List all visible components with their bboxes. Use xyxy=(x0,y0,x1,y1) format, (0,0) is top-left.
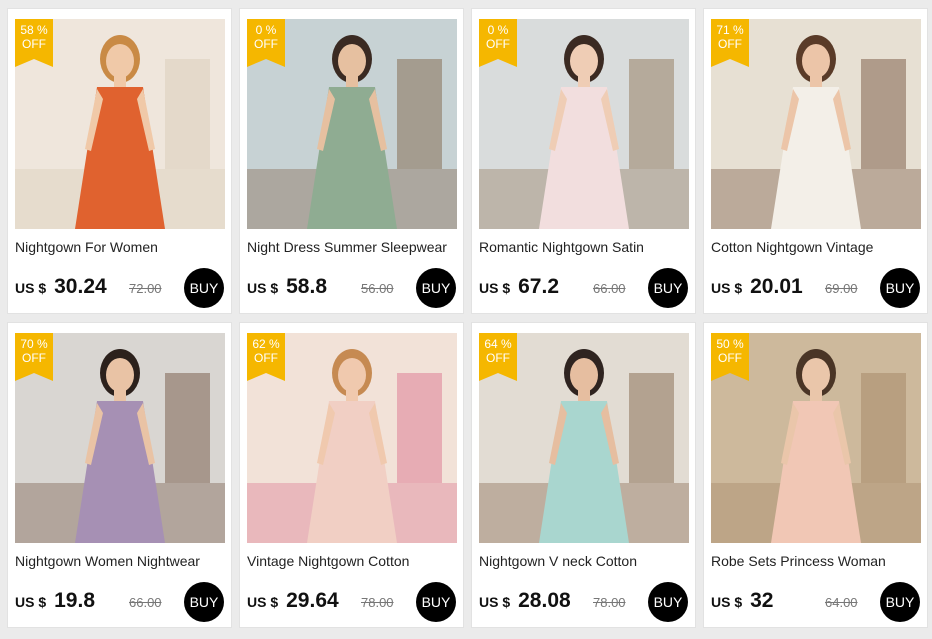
buy-button[interactable]: BUY xyxy=(416,582,456,622)
discount-badge: 70 % OFF xyxy=(15,333,53,381)
product-title[interactable]: Night Dress Summer Sleepwear xyxy=(247,239,461,255)
buy-button[interactable]: BUY xyxy=(880,268,920,308)
price-block: US $ 58.8 xyxy=(247,275,327,299)
original-price: 69.00 xyxy=(825,281,858,296)
discount-percent: 71 % xyxy=(716,23,744,37)
product-title[interactable]: Nightgown V neck Cotton xyxy=(479,553,693,569)
product-card[interactable]: 64 % OFF Nightgown V neck Cotton US $ 28… xyxy=(471,322,696,628)
discount-off-label: OFF xyxy=(254,37,278,51)
product-title[interactable]: Robe Sets Princess Woman xyxy=(711,553,925,569)
discount-badge: 71 % OFF xyxy=(711,19,749,67)
price-block: US $ 29.64 xyxy=(247,589,339,613)
product-card[interactable]: 71 % OFF Cotton Nightgown Vintage US $ 2… xyxy=(703,8,928,314)
current-price: 58.8 xyxy=(286,275,327,298)
original-price: 66.00 xyxy=(129,595,162,610)
product-title[interactable]: Nightgown For Women xyxy=(15,239,229,255)
price-block: US $ 19.8 xyxy=(15,589,95,613)
original-price: 72.00 xyxy=(129,281,162,296)
currency-label: US $ xyxy=(711,594,743,610)
buy-button[interactable]: BUY xyxy=(416,268,456,308)
currency-label: US $ xyxy=(247,594,279,610)
discount-badge: 58 % OFF xyxy=(15,19,53,67)
product-card[interactable]: 62 % OFF Vintage Nightgown Cotton US $ 2… xyxy=(239,322,464,628)
buy-button[interactable]: BUY xyxy=(184,582,224,622)
discount-badge: 64 % OFF xyxy=(479,333,517,381)
currency-label: US $ xyxy=(479,280,511,296)
original-price: 56.00 xyxy=(361,281,394,296)
current-price: 20.01 xyxy=(750,275,803,298)
current-price: 30.24 xyxy=(54,275,107,298)
buy-button[interactable]: BUY xyxy=(184,268,224,308)
price-block: US $ 20.01 xyxy=(711,275,803,299)
price-block: US $ 32 xyxy=(711,589,773,613)
discount-off-label: OFF xyxy=(254,351,278,365)
discount-badge: 50 % OFF xyxy=(711,333,749,381)
discount-off-label: OFF xyxy=(486,37,510,51)
discount-off-label: OFF xyxy=(718,37,742,51)
price-block: US $ 30.24 xyxy=(15,275,107,299)
discount-off-label: OFF xyxy=(22,351,46,365)
discount-percent: 58 % xyxy=(20,23,48,37)
discount-percent: 0 % xyxy=(255,23,277,37)
discount-percent: 50 % xyxy=(716,337,744,351)
discount-percent: 0 % xyxy=(487,23,509,37)
discount-percent: 64 % xyxy=(484,337,512,351)
discount-badge: 0 % OFF xyxy=(247,19,285,67)
current-price: 19.8 xyxy=(54,589,95,612)
product-title[interactable]: Vintage Nightgown Cotton xyxy=(247,553,461,569)
original-price: 78.00 xyxy=(361,595,394,610)
product-title[interactable]: Cotton Nightgown Vintage xyxy=(711,239,925,255)
product-title[interactable]: Nightgown Women Nightwear xyxy=(15,553,229,569)
discount-percent: 62 % xyxy=(252,337,280,351)
product-card[interactable]: 70 % OFF Nightgown Women Nightwear US $ … xyxy=(7,322,232,628)
currency-label: US $ xyxy=(15,280,47,296)
discount-off-label: OFF xyxy=(718,351,742,365)
current-price: 28.08 xyxy=(518,589,571,612)
discount-off-label: OFF xyxy=(22,37,46,51)
product-title[interactable]: Romantic Nightgown Satin xyxy=(479,239,693,255)
currency-label: US $ xyxy=(479,594,511,610)
currency-label: US $ xyxy=(15,594,47,610)
original-price: 64.00 xyxy=(825,595,858,610)
buy-button[interactable]: BUY xyxy=(880,582,920,622)
product-grid: 58 % OFF Nightgown For Women US $ 30.24 … xyxy=(7,8,928,628)
discount-badge: 62 % OFF xyxy=(247,333,285,381)
product-card[interactable]: 50 % OFF Robe Sets Princess Woman US $ 3… xyxy=(703,322,928,628)
buy-button[interactable]: BUY xyxy=(648,268,688,308)
current-price: 67.2 xyxy=(518,275,559,298)
price-block: US $ 67.2 xyxy=(479,275,559,299)
currency-label: US $ xyxy=(711,280,743,296)
original-price: 66.00 xyxy=(593,281,626,296)
discount-badge: 0 % OFF xyxy=(479,19,517,67)
current-price: 29.64 xyxy=(286,589,339,612)
product-card[interactable]: 58 % OFF Nightgown For Women US $ 30.24 … xyxy=(7,8,232,314)
current-price: 32 xyxy=(750,589,774,612)
currency-label: US $ xyxy=(247,280,279,296)
product-card[interactable]: 0 % OFF Night Dress Summer Sleepwear US … xyxy=(239,8,464,314)
original-price: 78.00 xyxy=(593,595,626,610)
price-block: US $ 28.08 xyxy=(479,589,571,613)
discount-percent: 70 % xyxy=(20,337,48,351)
buy-button[interactable]: BUY xyxy=(648,582,688,622)
product-card[interactable]: 0 % OFF Romantic Nightgown Satin US $ 67… xyxy=(471,8,696,314)
discount-off-label: OFF xyxy=(486,351,510,365)
